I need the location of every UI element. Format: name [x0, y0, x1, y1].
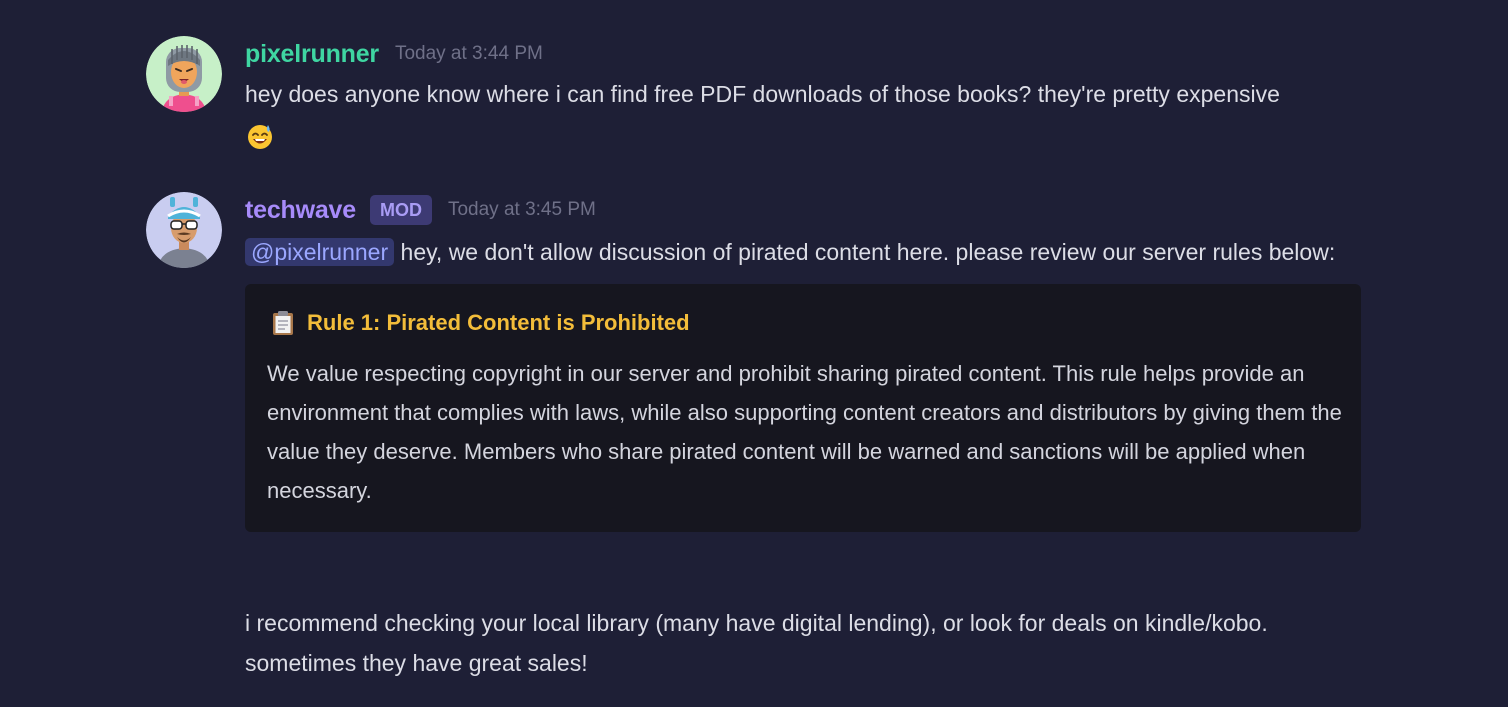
- message-header: pixelrunner Today at 3:44 PM: [245, 36, 1365, 72]
- message-text: hey does anyone know where i can find fr…: [245, 74, 1365, 154]
- avatar-techwave[interactable]: [146, 192, 222, 268]
- avatar-pixelrunner-icon: [146, 36, 222, 112]
- embed-title: Rule 1: Pirated Content is Prohibited: [271, 310, 690, 336]
- message-timestamp[interactable]: Today at 3:45 PM: [448, 199, 596, 221]
- rule-embed: Rule 1: Pirated Content is Prohibited We…: [245, 284, 1361, 532]
- message-header: techwave MOD Today at 3:45 PM: [245, 192, 1365, 228]
- user-mention[interactable]: @pixelrunner: [245, 238, 395, 266]
- embed-title-text: Rule 1: Pirated Content is Prohibited: [307, 310, 690, 335]
- message-text: @pixelrunner hey, we don't allow discuss…: [245, 232, 1365, 272]
- message-text-body: hey, we don't allow discussion of pirate…: [400, 239, 1336, 265]
- message-timestamp[interactable]: Today at 3:44 PM: [395, 43, 543, 65]
- sweat-smile-emoji-icon: [245, 121, 275, 151]
- avatar-pixelrunner[interactable]: [146, 36, 222, 112]
- followup-text: i recommend checking your local library …: [245, 610, 1268, 676]
- username-pixelrunner[interactable]: pixelrunner: [245, 40, 379, 69]
- message-content: techwave MOD Today at 3:45 PM @pixelrunn…: [245, 192, 1365, 676]
- mod-badge: MOD: [369, 195, 432, 225]
- chat-view: pixelrunner Today at 3:44 PM hey does an…: [0, 0, 1508, 707]
- message-content: pixelrunner Today at 3:44 PM hey does an…: [245, 36, 1365, 154]
- avatar-techwave-icon: [146, 192, 222, 268]
- clipboard-icon: [273, 311, 293, 335]
- username-techwave[interactable]: techwave: [245, 196, 356, 225]
- embed-body: We value respecting copyright in our ser…: [267, 361, 1342, 503]
- message-text-body: hey does anyone know where i can find fr…: [245, 81, 1280, 107]
